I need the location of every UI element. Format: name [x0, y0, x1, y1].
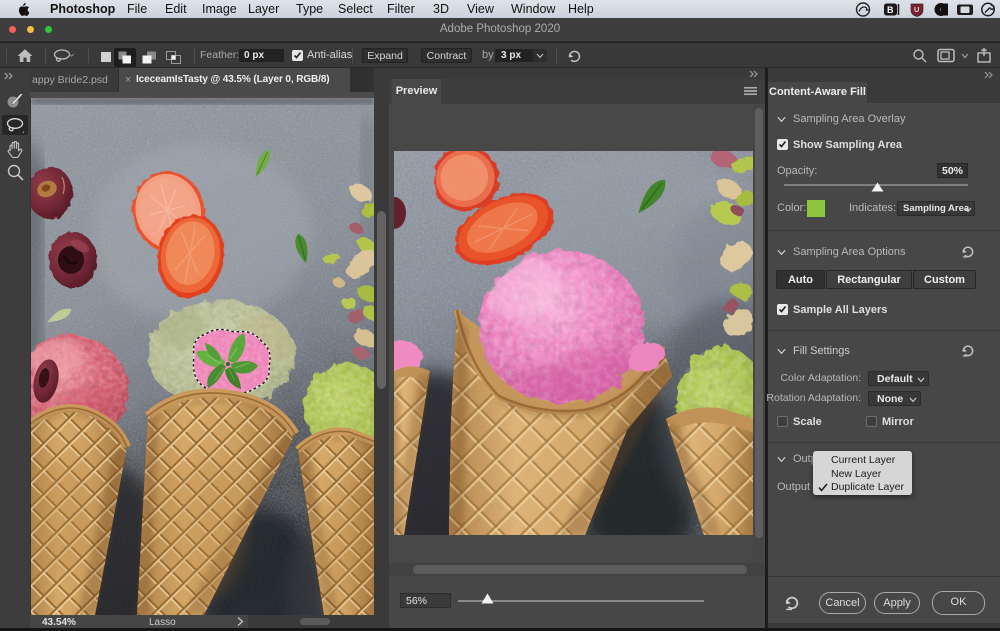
svg-text:U: U — [914, 5, 919, 14]
svg-text:B: B — [887, 5, 894, 15]
